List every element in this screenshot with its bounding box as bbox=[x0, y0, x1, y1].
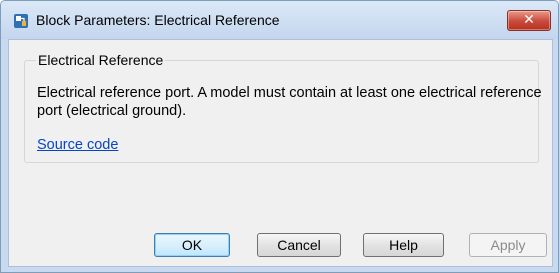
close-icon: ✕ bbox=[523, 12, 535, 28]
cancel-button[interactable]: Cancel bbox=[257, 233, 341, 257]
ok-button[interactable]: OK bbox=[154, 233, 230, 257]
dialog-window: Block Parameters: Electrical Reference ✕… bbox=[0, 0, 559, 273]
close-button[interactable]: ✕ bbox=[507, 10, 551, 31]
block-description: Electrical reference port. A model must … bbox=[37, 85, 542, 119]
simulink-block-icon bbox=[13, 13, 29, 29]
help-button[interactable]: Help bbox=[363, 233, 444, 257]
group-title: Electrical Reference bbox=[36, 52, 166, 68]
apply-button[interactable]: Apply bbox=[469, 233, 547, 257]
source-code-link[interactable]: Source code bbox=[37, 136, 118, 154]
window-title: Block Parameters: Electrical Reference bbox=[36, 12, 280, 28]
dialog-content: Electrical Reference Electrical referenc… bbox=[8, 39, 553, 267]
title-bar[interactable]: Block Parameters: Electrical Reference ✕ bbox=[1, 1, 558, 39]
